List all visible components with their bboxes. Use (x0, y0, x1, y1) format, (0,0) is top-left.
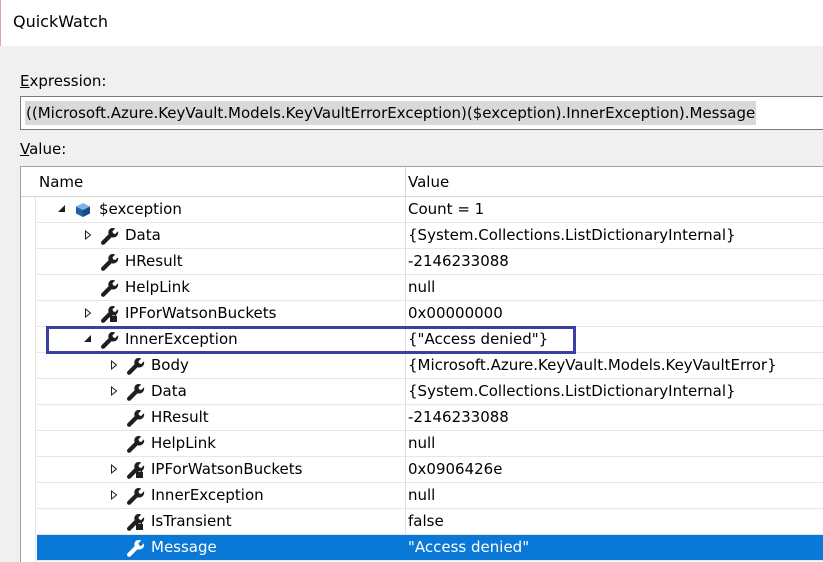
table-row[interactable]: HelpLink null (37, 431, 823, 457)
row-name: IsTransient (151, 512, 232, 530)
private-wrench-icon (127, 513, 145, 531)
grid-header: Name Value (21, 167, 823, 197)
row-value: {Microsoft.Azure.KeyVault.Models.KeyVaul… (408, 356, 777, 374)
table-row[interactable]: InnerException {"Access denied"} (37, 327, 823, 353)
name-cell: HelpLink (37, 431, 406, 456)
row-name: HelpLink (151, 434, 216, 452)
expanded-arrow-icon[interactable] (57, 204, 67, 214)
name-cell: HelpLink (37, 275, 406, 300)
row-name: HResult (125, 252, 183, 270)
name-cell: Message (37, 535, 406, 560)
row-name: Data (151, 382, 187, 400)
row-name: Message (151, 538, 217, 556)
table-row[interactable]: IPForWatsonBuckets 0x0906426e (37, 457, 823, 483)
row-value: -2146233088 (408, 252, 509, 270)
wrench-icon (101, 331, 119, 349)
name-cell: IPForWatsonBuckets (37, 301, 406, 326)
row-name: $exception (99, 200, 182, 218)
table-row[interactable]: Data {System.Collections.ListDictionaryIn… (37, 379, 823, 405)
wrench-icon (127, 435, 145, 453)
name-cell: $exception (37, 197, 406, 222)
table-row[interactable]: HResult -2146233088 (37, 405, 823, 431)
wrench-icon (101, 253, 119, 271)
expanded-arrow-icon[interactable] (83, 334, 93, 344)
collapsed-arrow-icon[interactable] (109, 490, 119, 500)
expression-label: Expression: (20, 72, 107, 90)
collapsed-arrow-icon[interactable] (83, 230, 93, 240)
table-row[interactable]: InnerException null (37, 483, 823, 509)
object-cube-icon (76, 203, 90, 217)
private-wrench-icon (101, 305, 119, 323)
private-wrench-icon (127, 461, 145, 479)
row-value: null (408, 486, 436, 504)
table-row[interactable]: $exception Count = 1 (37, 197, 823, 223)
table-row[interactable]: IsTransient false (37, 509, 823, 535)
name-cell: Data (37, 379, 406, 404)
wrench-icon (127, 487, 145, 505)
name-cell: HResult (37, 405, 406, 430)
name-cell: Data (37, 223, 406, 248)
row-value: 0x0906426e (408, 460, 503, 478)
wrench-icon (127, 409, 145, 427)
table-row[interactable]: Message "Access denied" (37, 535, 823, 561)
row-name: HResult (151, 408, 209, 426)
expression-text: ((Microsoft.Azure.KeyVault.Models.KeyVau… (25, 101, 757, 125)
table-row[interactable]: HResult -2146233088 (37, 249, 823, 275)
row-value: -2146233088 (408, 408, 509, 426)
name-cell: IsTransient (37, 509, 406, 534)
row-name: IPForWatsonBuckets (151, 460, 303, 478)
collapsed-arrow-icon[interactable] (109, 386, 119, 396)
wrench-icon (127, 539, 145, 557)
name-cell: IPForWatsonBuckets (37, 457, 406, 482)
collapsed-arrow-icon[interactable] (83, 308, 93, 318)
wrench-icon (101, 279, 119, 297)
table-row[interactable]: HelpLink null (37, 275, 823, 301)
name-cell: Body (37, 353, 406, 378)
value-label: Value: (20, 140, 67, 158)
row-value: "Access denied" (408, 538, 530, 556)
row-name: HelpLink (125, 278, 190, 296)
name-cell: InnerException (37, 483, 406, 508)
row-value: 0x00000000 (408, 304, 503, 322)
table-row[interactable]: IPForWatsonBuckets 0x00000000 (37, 301, 823, 327)
row-value: {System.Collections.ListDictionaryIntern… (408, 226, 736, 244)
row-value: null (408, 434, 436, 452)
row-name: InnerException (151, 486, 264, 504)
row-value: Count = 1 (408, 200, 485, 218)
row-name: Body (151, 356, 189, 374)
row-name: IPForWatsonBuckets (125, 304, 277, 322)
row-value: {"Access denied"} (408, 330, 549, 348)
collapsed-arrow-icon[interactable] (109, 360, 119, 370)
expression-input[interactable]: ((Microsoft.Azure.KeyVault.Models.KeyVau… (20, 96, 823, 130)
wrench-icon (127, 357, 145, 375)
collapsed-arrow-icon[interactable] (109, 464, 119, 474)
watch-grid[interactable]: Name Value $exception Count = 1 Data {Syste… (20, 166, 823, 562)
grid-gutter (21, 197, 36, 562)
name-cell: InnerException (37, 327, 406, 352)
row-name: Data (125, 226, 161, 244)
column-header-value[interactable]: Value (406, 167, 823, 197)
name-cell: HResult (37, 249, 406, 274)
window-title: QuickWatch (13, 12, 109, 31)
row-value: null (408, 278, 436, 296)
row-value: {System.Collections.ListDictionaryIntern… (408, 382, 736, 400)
title-bar[interactable]: QuickWatch (0, 0, 823, 46)
wrench-icon (101, 227, 119, 245)
table-row[interactable]: Data {System.Collections.ListDictionaryIn… (37, 223, 823, 249)
column-header-name[interactable]: Name (37, 167, 406, 197)
wrench-icon (127, 383, 145, 401)
row-name: InnerException (125, 330, 238, 348)
table-row[interactable]: Body {Microsoft.Azure.KeyVault.Models.Key… (37, 353, 823, 379)
row-value: false (408, 512, 444, 530)
